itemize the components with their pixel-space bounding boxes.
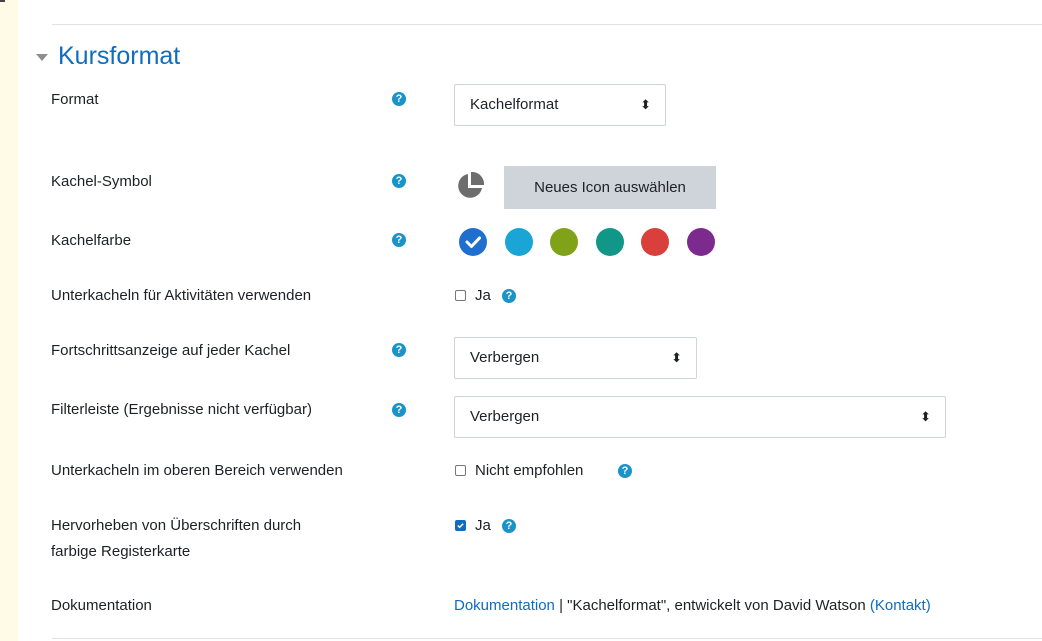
settings-panel: Kursformat Format ? Kachelformat ⬍ Kache…	[18, 0, 1042, 641]
hervorheben-checkbox[interactable]	[455, 520, 466, 531]
dokumentation-line: Dokumentation | "Kachelformat", entwicke…	[454, 594, 931, 618]
corner-mark	[0, 0, 5, 2]
filterleiste-label: Filterleiste (Ergebnisse nicht verfügbar…	[51, 401, 312, 418]
unterkacheln-aktivitaeten-checkbox[interactable]	[455, 290, 466, 301]
hervorheben-checkbox-label[interactable]: Ja	[475, 514, 491, 538]
format-label: Format	[51, 91, 99, 108]
doc-separator: |	[554, 597, 568, 614]
color-swatch[interactable]	[641, 228, 669, 256]
filterleiste-select[interactable]: Verbergen ⬍	[454, 396, 946, 438]
unterkacheln-oben-label: Unterkacheln im oberen Bereich verwenden	[51, 462, 343, 479]
select-arrows-icon: ⬍	[920, 409, 931, 424]
kachelfarbe-label: Kachelfarbe	[51, 232, 132, 249]
select-icon-button[interactable]: Neues Icon auswählen	[504, 166, 716, 209]
unterkacheln-aktivitaeten-checkbox-label[interactable]: Ja	[475, 284, 491, 308]
help-icon[interactable]: ?	[502, 519, 516, 533]
help-icon[interactable]: ?	[502, 289, 516, 303]
section-header-kursformat[interactable]: Kursformat	[36, 42, 180, 71]
kachel-symbol-label: Kachel-Symbol	[51, 173, 152, 190]
help-icon[interactable]: ?	[392, 174, 406, 188]
pie-chart-icon	[458, 171, 485, 198]
help-icon[interactable]: ?	[392, 403, 406, 417]
doc-text: "Kachelformat", entwickelt von David Wat…	[567, 597, 870, 614]
bottom-divider	[52, 638, 1042, 639]
checkmark-icon	[457, 523, 464, 529]
documentation-link[interactable]: Dokumentation	[454, 597, 555, 614]
hervorheben-label-line1: Hervorheben von Überschriften durch	[51, 517, 302, 534]
color-swatch[interactable]	[550, 228, 578, 256]
collapse-caret-icon[interactable]	[36, 54, 48, 61]
fortschritt-label: Fortschrittsanzeige auf jeder Kachel	[51, 342, 291, 359]
unterkacheln-aktivitaeten-label: Unterkacheln für Aktivitäten verwenden	[51, 287, 312, 304]
unterkacheln-oben-checkbox[interactable]	[455, 465, 466, 476]
top-divider	[52, 24, 1042, 25]
fortschritt-select-value: Verbergen	[470, 349, 540, 366]
help-icon[interactable]: ?	[392, 92, 406, 106]
help-icon[interactable]: ?	[392, 343, 406, 357]
checkmark-icon	[465, 236, 481, 248]
format-select[interactable]: Kachelformat ⬍	[454, 84, 666, 126]
contact-link[interactable]: (Kontakt)	[870, 597, 931, 614]
hervorheben-label-line2: farbige Registerkarte	[51, 543, 191, 560]
color-swatch[interactable]	[504, 228, 533, 256]
fortschritt-select[interactable]: Verbergen ⬍	[454, 337, 697, 379]
help-icon[interactable]: ?	[618, 464, 632, 478]
color-swatch[interactable]	[686, 228, 715, 256]
select-arrows-icon: ⬍	[671, 350, 682, 365]
color-swatch[interactable]	[459, 228, 487, 256]
format-select-value: Kachelformat	[470, 96, 559, 113]
filterleiste-select-value: Verbergen	[470, 408, 540, 425]
unterkacheln-oben-checkbox-label[interactable]: Nicht empfohlen	[475, 459, 583, 483]
section-title[interactable]: Kursformat	[58, 42, 180, 71]
select-arrows-icon: ⬍	[640, 97, 651, 112]
dokumentation-label: Dokumentation	[51, 597, 152, 614]
help-icon[interactable]: ?	[392, 233, 406, 247]
color-swatch[interactable]	[595, 228, 624, 256]
